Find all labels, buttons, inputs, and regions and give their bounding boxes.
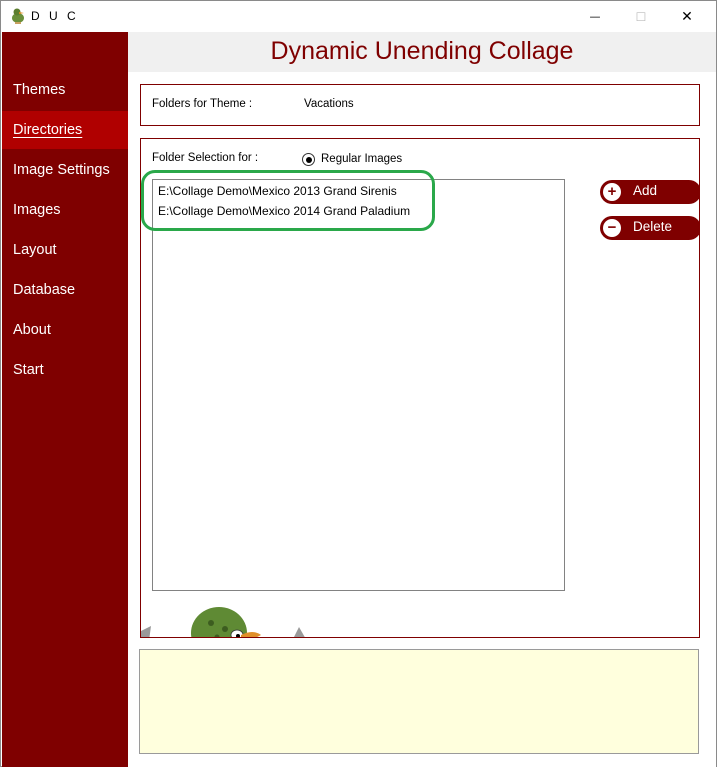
maximize-icon: ☐: [635, 9, 647, 24]
list-item[interactable]: E:\Collage Demo\Mexico 2014 Grand Paladi…: [158, 204, 410, 218]
sidebar-item-database[interactable]: Database: [2, 271, 128, 309]
theme-label: Folders for Theme :: [152, 98, 253, 110]
sidebar-item-directories[interactable]: Directories: [2, 111, 128, 149]
sidebar-item-about[interactable]: About: [2, 311, 128, 349]
main-content: Folders for Theme : Vacations Folder Sel…: [128, 72, 716, 767]
list-item[interactable]: E:\Collage Demo\Mexico 2013 Grand Sireni…: [158, 184, 397, 198]
sidebar-item-label: About: [13, 322, 51, 338]
close-button[interactable]: ✕: [664, 1, 710, 32]
window-title: D U C: [31, 9, 79, 23]
add-button[interactable]: + Add: [600, 180, 699, 204]
sidebar-item-label: Layout: [13, 242, 57, 258]
close-icon: ✕: [681, 8, 693, 25]
sidebar-item-themes[interactable]: Themes: [2, 71, 128, 109]
page-title: Dynamic Unending Collage: [270, 37, 574, 65]
app-header: Dynamic Unending Collage: [128, 32, 716, 72]
regular-images-radio-label[interactable]: Regular Images: [321, 153, 402, 165]
sidebar-item-label: Themes: [13, 82, 66, 98]
folder-list[interactable]: E:\Collage Demo\Mexico 2013 Grand Sireni…: [152, 179, 565, 591]
app-window: D U C — ☐ ✕ Themes Directories Image Set…: [0, 0, 717, 767]
sidebar-item-label: Images: [13, 202, 61, 218]
sidebar-item-image-settings[interactable]: Image Settings: [2, 151, 128, 189]
delete-button-label: Delete: [633, 219, 673, 234]
minimize-icon: —: [589, 10, 601, 23]
theme-panel: Folders for Theme : Vacations: [140, 84, 700, 126]
plus-icon: +: [603, 183, 621, 201]
minus-icon: −: [603, 219, 621, 237]
duck-app-icon: [12, 8, 24, 24]
theme-value: Vacations: [304, 98, 354, 110]
sidebar-item-label: Image Settings: [13, 162, 110, 178]
status-panel: [139, 649, 699, 754]
sidebar: Themes Directories Image Settings Images…: [2, 32, 128, 767]
sidebar-item-layout[interactable]: Layout: [2, 231, 128, 269]
sidebar-item-label: Directories: [13, 122, 83, 138]
minimize-button[interactable]: —: [572, 1, 618, 32]
sidebar-item-label: Database: [13, 282, 76, 298]
folder-selection-label: Folder Selection for :: [152, 152, 259, 164]
maximize-button[interactable]: ☐: [618, 1, 664, 32]
sidebar-item-start[interactable]: Start: [2, 351, 128, 389]
directory-panel: Folder Selection for : Regular Images E:…: [140, 138, 700, 638]
title-bar: D U C — ☐ ✕: [1, 1, 716, 32]
regular-images-radio[interactable]: [302, 153, 315, 166]
delete-button[interactable]: − Delete: [600, 216, 699, 240]
sidebar-item-images[interactable]: Images: [2, 191, 128, 229]
add-button-label: Add: [633, 183, 658, 198]
duck-mascot-image: [141, 607, 305, 637]
sidebar-item-label: Start: [13, 362, 44, 378]
